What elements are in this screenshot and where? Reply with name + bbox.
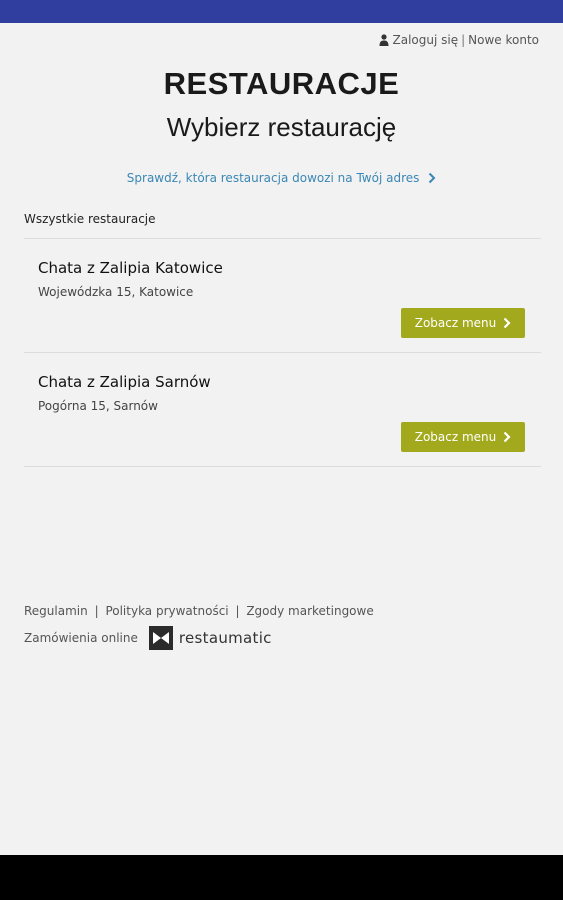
brand-name[interactable]: restaumatic xyxy=(179,629,272,647)
chevron-right-icon xyxy=(503,431,511,443)
chevron-right-icon xyxy=(503,317,511,329)
marketing-consents-link[interactable]: Zgody marketingowe xyxy=(246,604,373,618)
register-link[interactable]: Nowe konto xyxy=(468,33,539,47)
page-title: RESTAURACJE xyxy=(163,66,400,101)
separator: | xyxy=(94,604,99,618)
restaurant-address: Pogórna 15, Sarnów xyxy=(38,399,158,413)
separator: | xyxy=(461,33,466,47)
chevron-right-icon xyxy=(428,172,436,184)
terms-link[interactable]: Regulamin xyxy=(24,604,88,618)
restaurant-item: Chata z Zalipia Katowice Wojewódzka 15, … xyxy=(24,239,541,353)
restaurant-address: Wojewódzka 15, Katowice xyxy=(38,285,194,299)
restaumatic-logo-icon[interactable] xyxy=(148,626,173,650)
footer-links: Regulamin | Polityka prywatności | Zgody… xyxy=(24,604,374,618)
login-link[interactable]: Zaloguj się xyxy=(393,33,459,47)
check-address-label: Sprawdź, która restauracja dowozi na Twó… xyxy=(126,171,420,185)
powered-by: Zamówienia online restaumatic xyxy=(24,626,272,650)
restaurant-name: Chata z Zalipia Katowice xyxy=(38,259,223,277)
separator: | xyxy=(235,604,240,618)
privacy-link[interactable]: Polityka prywatności xyxy=(105,604,228,618)
section-label: Wszystkie restauracje xyxy=(24,212,156,226)
view-menu-label: Zobacz menu xyxy=(414,430,497,444)
check-address-link[interactable]: Sprawdź, która restauracja dowozi na Twó… xyxy=(0,171,563,185)
powered-text: Zamówienia online xyxy=(24,631,138,645)
restaurant-name: Chata z Zalipia Sarnów xyxy=(38,373,211,391)
restaurant-item: Chata z Zalipia Sarnów Pogórna 15, Sarnó… xyxy=(24,353,541,467)
view-menu-button[interactable]: Zobacz menu xyxy=(401,308,525,338)
status-bar xyxy=(0,0,563,23)
restaurant-list: Chata z Zalipia Katowice Wojewódzka 15, … xyxy=(24,238,541,467)
page-subtitle: Wybierz restaurację xyxy=(166,112,397,142)
account-links: Zaloguj się | Nowe konto xyxy=(379,33,539,47)
view-menu-label: Zobacz menu xyxy=(414,316,497,330)
system-nav-bar xyxy=(0,855,563,900)
bowtie-icon xyxy=(152,632,169,644)
view-menu-button[interactable]: Zobacz menu xyxy=(401,422,525,452)
user-icon xyxy=(379,34,388,46)
